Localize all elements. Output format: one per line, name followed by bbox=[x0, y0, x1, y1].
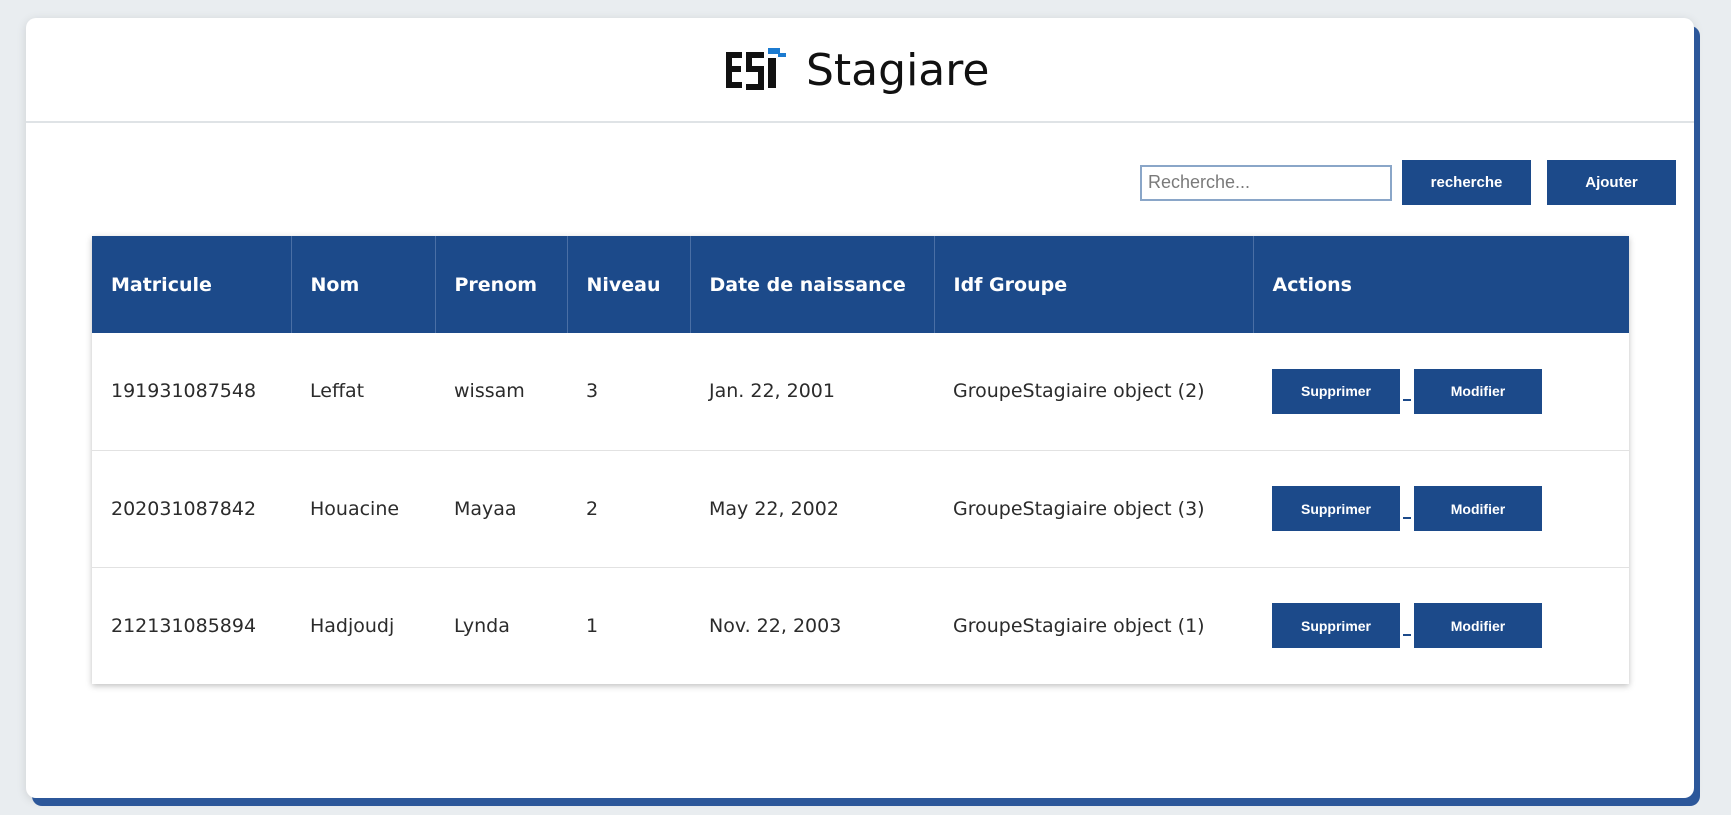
cell-date-naissance: May 22, 2002 bbox=[709, 497, 839, 520]
table-row: 202031087842 Houacine Mayaa 2 May 22, 20… bbox=[92, 450, 1629, 567]
edit-button[interactable]: Modifier bbox=[1414, 368, 1542, 414]
cell-actions: Supprimer Modifier bbox=[1253, 567, 1629, 684]
delete-button[interactable]: Supprimer bbox=[1272, 603, 1400, 649]
esi-logo-icon bbox=[724, 44, 790, 96]
cell-matricule: 212131085894 bbox=[111, 614, 257, 637]
cell-date-naissance: Nov. 22, 2003 bbox=[709, 614, 842, 637]
row-actions: Supprimer Modifier bbox=[1272, 486, 1628, 531]
edit-button[interactable]: Modifier bbox=[1414, 603, 1542, 649]
cell-niveau: 3 bbox=[586, 380, 599, 403]
table-row: 191931087548 Leffat wissam 3 Jan. 22, 20… bbox=[92, 333, 1629, 450]
stagiaire-table: Matricule Nom Prenom Niveau Date de nais… bbox=[92, 236, 1629, 684]
cell-groupe: GroupeStagiaire object (2) bbox=[953, 380, 1205, 403]
row-actions: Supprimer Modifier bbox=[1272, 368, 1628, 414]
column-header: Actions bbox=[1272, 273, 1352, 296]
cell-groupe: GroupeStagiaire object (1) bbox=[953, 614, 1205, 637]
cell-nom: Hadjoudj bbox=[310, 614, 395, 637]
column-header: Niveau bbox=[567, 236, 691, 333]
column-header: Prenom bbox=[435, 236, 568, 333]
toolbar: recherche Ajouter bbox=[1140, 160, 1676, 205]
cell-prenom: Mayaa bbox=[454, 497, 517, 520]
cell-niveau: 2 bbox=[586, 497, 599, 520]
cell-date-naissance: Jan. 22, 2001 bbox=[709, 380, 835, 403]
cell-groupe: GroupeStagiaire object (3) bbox=[953, 497, 1205, 520]
add-button[interactable]: Ajouter bbox=[1547, 160, 1676, 205]
column-header: Date de naissance bbox=[690, 236, 935, 333]
column-header: Matricule bbox=[92, 236, 292, 333]
row-actions: Supprimer Modifier bbox=[1272, 603, 1628, 649]
cell-nom: Houacine bbox=[310, 497, 400, 520]
separator bbox=[1403, 633, 1411, 636]
table-row: 212131085894 Hadjoudj Lynda 1 Nov. 22, 2… bbox=[92, 567, 1629, 684]
separator bbox=[1403, 516, 1411, 519]
cell-actions: Supprimer Modifier bbox=[1253, 333, 1629, 450]
cell-niveau: 1 bbox=[586, 614, 599, 637]
brand: Stagiare bbox=[724, 40, 989, 100]
cell-matricule: 202031087842 bbox=[111, 497, 257, 520]
delete-button[interactable]: Supprimer bbox=[1272, 486, 1400, 531]
edit-button[interactable]: Modifier bbox=[1414, 486, 1542, 531]
table-header-row: Matricule Nom Prenom Niveau Date de nais… bbox=[92, 236, 1629, 333]
search-button[interactable]: recherche bbox=[1402, 160, 1531, 205]
cell-actions: Supprimer Modifier bbox=[1253, 450, 1629, 567]
main-card: Stagiare recherche Ajouter Matricule Nom bbox=[26, 18, 1694, 798]
separator bbox=[1403, 399, 1411, 402]
delete-button[interactable]: Supprimer bbox=[1272, 368, 1400, 414]
page-title: Stagiare bbox=[806, 44, 990, 96]
cell-prenom: Lynda bbox=[454, 614, 510, 637]
column-header: Idf Groupe bbox=[934, 236, 1254, 333]
column-header: Nom bbox=[291, 236, 436, 333]
search-input[interactable] bbox=[1140, 164, 1392, 201]
cell-matricule: 191931087548 bbox=[111, 380, 257, 403]
cell-nom: Leffat bbox=[310, 380, 365, 403]
cell-prenom: wissam bbox=[454, 380, 525, 403]
page-header: Stagiare bbox=[26, 18, 1694, 123]
